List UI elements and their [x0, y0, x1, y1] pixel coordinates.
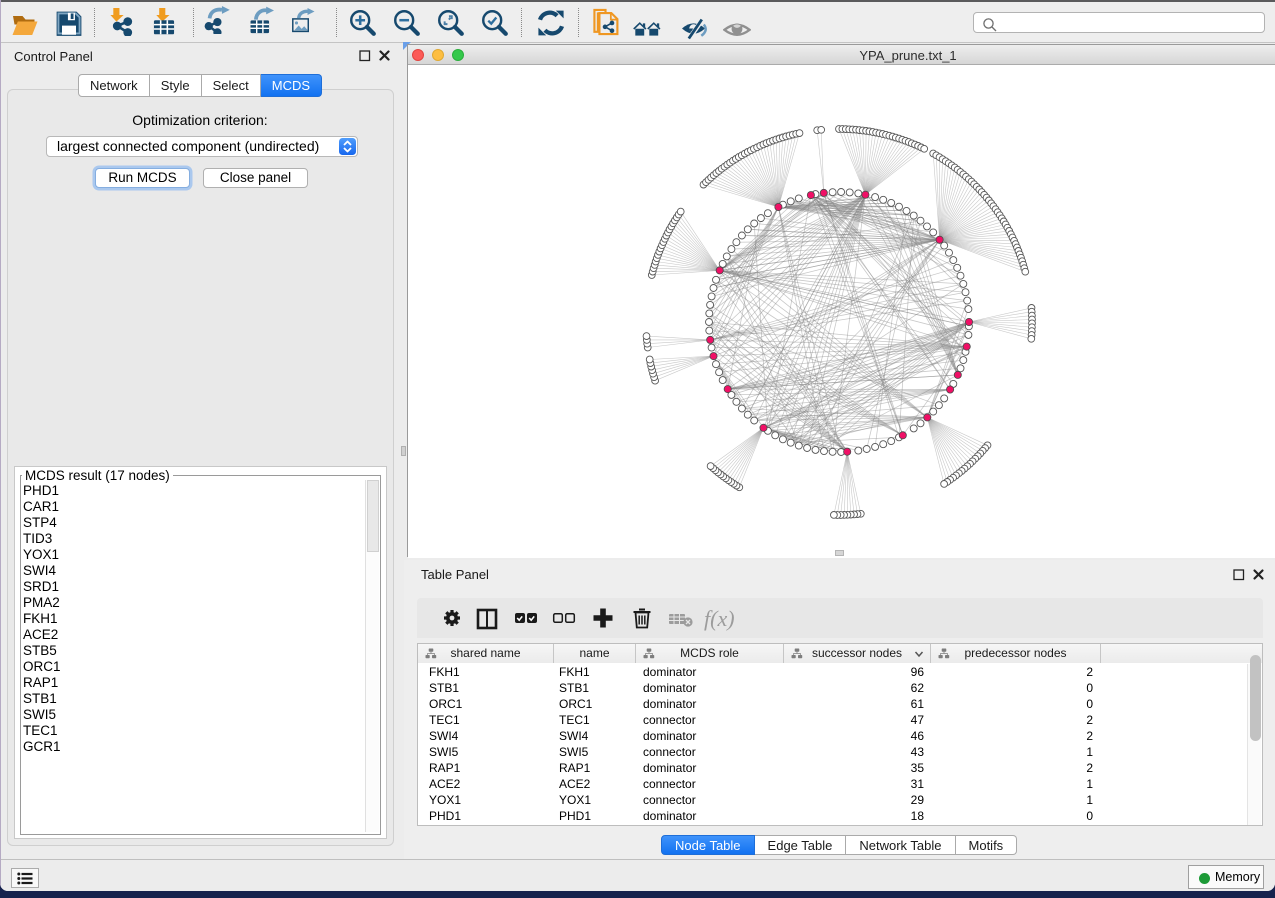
svg-text:f(x): f(x) [704, 606, 735, 631]
